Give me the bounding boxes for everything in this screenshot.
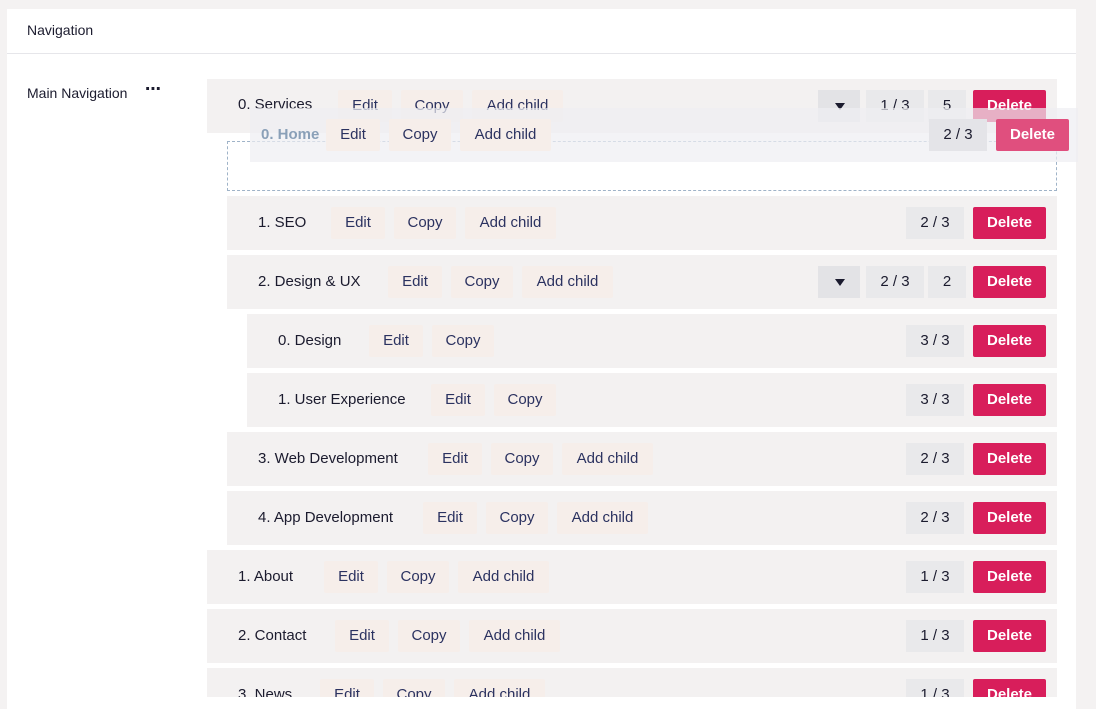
edit-button[interactable]: Edit [431, 384, 485, 416]
delete-button[interactable]: Delete [973, 207, 1046, 239]
delete-button[interactable]: Delete [973, 679, 1046, 697]
node-label: 4. App Development [258, 509, 394, 526]
add-child-button[interactable]: Add child [460, 119, 551, 151]
node-label: 0. Design [278, 332, 342, 349]
level-indicator: 1 / 3 [906, 561, 964, 593]
edit-button[interactable]: Edit [388, 266, 442, 298]
edit-button[interactable]: Edit [326, 119, 380, 151]
node-label: 1. About [238, 568, 294, 585]
add-child-button[interactable]: Add child [562, 443, 653, 475]
edit-button[interactable]: Edit [369, 325, 423, 357]
add-child-button[interactable]: Add child [458, 561, 549, 593]
node-label: 1. SEO [258, 214, 307, 231]
tree-node-about[interactable]: 1. About Edit Copy Add child 1 / 3 Delet… [207, 550, 1057, 604]
copy-button[interactable]: Copy [451, 266, 513, 298]
add-child-button[interactable]: Add child [557, 502, 648, 534]
tree-node-user-experience[interactable]: 1. User Experience Edit Copy 3 / 3 Delet… [247, 373, 1057, 427]
node-label: 3. News [238, 686, 293, 697]
tree-node-contact[interactable]: 2. Contact Edit Copy Add child 1 / 3 Del… [207, 609, 1057, 663]
level-indicator: 2 / 3 [906, 502, 964, 534]
level-indicator: 2 / 3 [929, 119, 987, 151]
level-indicator: 3 / 3 [906, 325, 964, 357]
panel-header: Navigation [7, 9, 1076, 54]
edit-button[interactable]: Edit [324, 561, 378, 593]
add-child-button[interactable]: Add child [469, 620, 560, 652]
delete-button[interactable]: Delete [973, 443, 1046, 475]
tree-node-app-development[interactable]: 4. App Development Edit Copy Add child 2… [227, 491, 1057, 545]
level-indicator: 1 / 3 [906, 620, 964, 652]
tree-node-news[interactable]: 3. News Edit Copy Add child 1 / 3 Delete [207, 668, 1057, 697]
tree-node-design[interactable]: 0. Design Edit Copy 3 / 3 Delete [247, 314, 1057, 368]
delete-button[interactable]: Delete [973, 266, 1046, 298]
copy-button[interactable]: Copy [432, 325, 494, 357]
copy-button[interactable]: Copy [491, 443, 553, 475]
delete-button[interactable]: Delete [973, 325, 1046, 357]
delete-button[interactable]: Delete [996, 119, 1069, 151]
collapse-toggle-icon[interactable] [818, 266, 860, 298]
level-indicator: 3 / 3 [906, 384, 964, 416]
level-indicator: 1 / 3 [906, 679, 964, 697]
copy-button[interactable]: Copy [398, 620, 460, 652]
property-label: Main Navigation [27, 85, 128, 101]
node-label: 2. Contact [238, 627, 307, 644]
edit-button[interactable]: Edit [335, 620, 389, 652]
copy-button[interactable]: Copy [383, 679, 445, 697]
node-label: 2. Design & UX [258, 273, 361, 290]
delete-button[interactable]: Delete [973, 502, 1046, 534]
panel-title: Navigation [27, 22, 94, 38]
dragged-node-home[interactable]: 0. Home Edit Copy Add child 2 / 3 Delete [250, 108, 1078, 162]
level-indicator: 2 / 3 [866, 266, 924, 298]
add-child-button[interactable]: Add child [465, 207, 556, 239]
copy-button[interactable]: Copy [486, 502, 548, 534]
level-indicator: 2 / 3 [906, 443, 964, 475]
tree-node-seo[interactable]: 1. SEO Edit Copy Add child 2 / 3 Delete [227, 196, 1057, 250]
add-child-button[interactable]: Add child [454, 679, 545, 697]
copy-button[interactable]: Copy [387, 561, 449, 593]
edit-button[interactable]: Edit [320, 679, 374, 697]
delete-button[interactable]: Delete [973, 620, 1046, 652]
copy-button[interactable]: Copy [394, 207, 456, 239]
node-label: 1. User Experience [278, 391, 406, 408]
copy-button[interactable]: Copy [389, 119, 451, 151]
edit-button[interactable]: Edit [331, 207, 385, 239]
delete-button[interactable]: Delete [973, 561, 1046, 593]
node-label: 3. Web Development [258, 450, 398, 467]
edit-button[interactable]: Edit [423, 502, 477, 534]
child-count: 2 [928, 266, 966, 298]
copy-button[interactable]: Copy [494, 384, 556, 416]
tree-node-web-development[interactable]: 3. Web Development Edit Copy Add child 2… [227, 432, 1057, 486]
node-label: 0. Home [261, 126, 320, 143]
level-indicator: 2 / 3 [906, 207, 964, 239]
edit-button[interactable]: Edit [428, 443, 482, 475]
delete-button[interactable]: Delete [973, 384, 1046, 416]
tree-node-design-ux[interactable]: 2. Design & UX Edit Copy Add child 2 / 3… [227, 255, 1057, 309]
more-options-icon[interactable]: ⋯ [144, 82, 162, 101]
add-child-button[interactable]: Add child [522, 266, 613, 298]
